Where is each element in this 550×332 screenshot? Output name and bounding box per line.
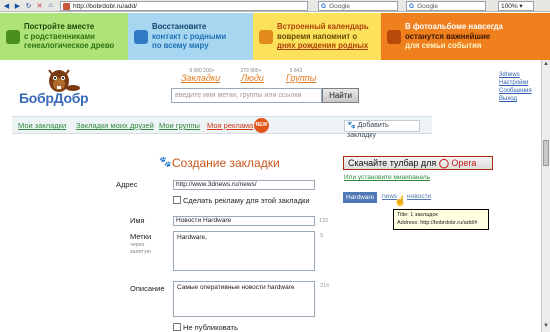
search-button[interactable]: Найти xyxy=(322,88,359,103)
private-label: Не публиковать xyxy=(183,323,238,332)
name-char-counter: 132 xyxy=(319,218,329,224)
banner-line: генеалогическое древо xyxy=(24,41,115,51)
photo-album-icon xyxy=(387,29,401,44)
description-textarea[interactable]: Самые оперативные новости hardware xyxy=(173,281,315,317)
scroll-thumb[interactable] xyxy=(543,140,549,166)
tab-people[interactable]: Люди xyxy=(241,73,264,83)
banner-line: с родственниками xyxy=(24,31,95,41)
banner-line: останутся важнейшие xyxy=(405,31,491,41)
banner-line: для семьи события xyxy=(405,41,482,51)
tab-bookmarks[interactable]: Закладки xyxy=(181,73,220,83)
zoom-select[interactable]: 100% ▾ xyxy=(498,1,534,11)
address-input[interactable]: http://www.3dnews.ru/news/ xyxy=(173,180,315,190)
tooltip-address: Address: http://bobrdobr.ru/add/# xyxy=(397,220,478,226)
tags-char-counter: 9 xyxy=(320,233,324,239)
banner-line: Встроенный календарь xyxy=(277,22,369,32)
banner-line: по всему миру xyxy=(152,41,209,51)
tags-label: Метки xyxy=(130,232,152,241)
logo-text[interactable]: БобрДобр xyxy=(19,90,89,106)
install-minipanel-link[interactable]: Или установите минипанель xyxy=(344,174,430,181)
tags-hint: через запятую xyxy=(130,242,151,256)
back-icon[interactable]: ◀ xyxy=(2,1,11,10)
banner-contacts[interactable]: Восстановите контакт с родными по всему … xyxy=(128,13,253,60)
google-icon: G xyxy=(409,2,415,10)
tag-hardware[interactable]: Hardware xyxy=(343,192,378,203)
name-label: Имя xyxy=(130,216,145,225)
site-search-input[interactable]: введите имя метки, группы или ссылки xyxy=(171,88,322,103)
zoom-value: 100% xyxy=(501,3,518,10)
messages-link[interactable]: Сообщения xyxy=(499,88,532,94)
menu-my-groups[interactable]: Мои группы xyxy=(159,121,200,130)
favicon-icon xyxy=(63,2,70,10)
download-toolbar-text: Скачайте тулбар для xyxy=(348,158,437,168)
forward-icon[interactable]: ▶ xyxy=(13,1,22,10)
search-engine-box-1[interactable]: G Google xyxy=(318,1,398,11)
address-label: Адрес xyxy=(116,180,138,189)
reload-icon[interactable]: ↻ xyxy=(24,1,33,10)
paw-icon: 🐾 xyxy=(347,122,356,129)
description-label: Описание xyxy=(130,284,165,293)
account-user-link[interactable]: 3dnews xyxy=(499,72,520,78)
new-badge: NEW xyxy=(254,118,269,133)
tags-hint-line: через xyxy=(130,242,145,248)
address-bar[interactable]: http://bobrdobr.ru/add/ xyxy=(60,1,308,11)
scroll-up-icon[interactable]: ▲ xyxy=(543,61,549,67)
family-tree-icon xyxy=(6,29,20,44)
banner-line: Постройте вместе xyxy=(24,22,95,32)
tag-novosti[interactable]: новости xyxy=(407,193,431,200)
search-engine-label: Google xyxy=(417,2,439,10)
paw-icon: 🐾 xyxy=(159,157,172,168)
menu-my-bookmarks[interactable]: Мои закладки xyxy=(18,121,66,130)
private-checkbox[interactable] xyxy=(173,323,181,331)
logout-link[interactable]: Выход xyxy=(499,96,517,102)
tags-hint-line: запятую xyxy=(130,249,151,255)
tooltip-title: Title: 1 закладок xyxy=(397,212,438,218)
link-tooltip: Title: 1 закладок Address: http://bobrdo… xyxy=(393,209,489,230)
banner-calendar[interactable]: Встроенный календарь вовремя напомнит о … xyxy=(253,13,381,60)
make-ad-checkbox[interactable] xyxy=(173,196,181,204)
promo-banners: Постройте вместе с родственниками генеал… xyxy=(0,13,550,60)
download-toolbar-button[interactable]: Скачайте тулбар для ◯ Opera xyxy=(343,156,493,170)
banner-line: днях рождения родных xyxy=(277,41,369,51)
menu-friends-bookmarks[interactable]: Закладки моих друзей xyxy=(76,121,154,130)
stop-icon[interactable]: ✕ xyxy=(35,1,44,10)
home-icon[interactable]: ⌂ xyxy=(46,1,55,10)
page-title: Создание закладки xyxy=(172,156,280,170)
description-char-counter: 216 xyxy=(320,283,330,289)
settings-link[interactable]: Настройки xyxy=(499,80,528,86)
add-bookmark-button[interactable]: 🐾 Добавить закладку xyxy=(344,120,420,139)
search-engine-label: Google xyxy=(329,2,351,10)
opera-brand: Opera xyxy=(451,158,477,168)
banner-line: контакт с родными xyxy=(152,31,227,41)
banner-line: Восстановите xyxy=(152,22,207,32)
tab-groups[interactable]: Группы xyxy=(286,73,316,83)
banner-line: вовремя напомнит о xyxy=(277,31,358,41)
banner-line: В фотоальбоме навсегда xyxy=(405,22,503,32)
opera-icon: ◯ xyxy=(438,158,449,168)
banner-photo-album[interactable]: В фотоальбоме навсегда останутся важнейш… xyxy=(381,13,550,60)
contacts-icon xyxy=(134,29,148,44)
calendar-icon xyxy=(259,29,273,44)
banner-family-tree[interactable]: Постройте вместе с родственниками генеал… xyxy=(0,13,128,60)
hand-cursor-icon: ☝ xyxy=(394,196,407,207)
scroll-down-icon[interactable]: ▼ xyxy=(543,323,549,329)
name-input[interactable]: Новости Hardware xyxy=(173,216,315,226)
make-ad-label: Сделать рекламу для этой закладки xyxy=(183,196,310,205)
search-engine-box-2[interactable]: G Google xyxy=(406,1,486,11)
menu-my-ads[interactable]: Моя реклама xyxy=(207,121,253,130)
page-scrollbar[interactable]: ▲ ▼ xyxy=(541,60,550,332)
address-bar-text: http://bobrdobr.ru/add/ xyxy=(73,2,137,10)
google-icon: G xyxy=(321,2,327,10)
tags-textarea[interactable]: Hardware, xyxy=(173,231,315,271)
